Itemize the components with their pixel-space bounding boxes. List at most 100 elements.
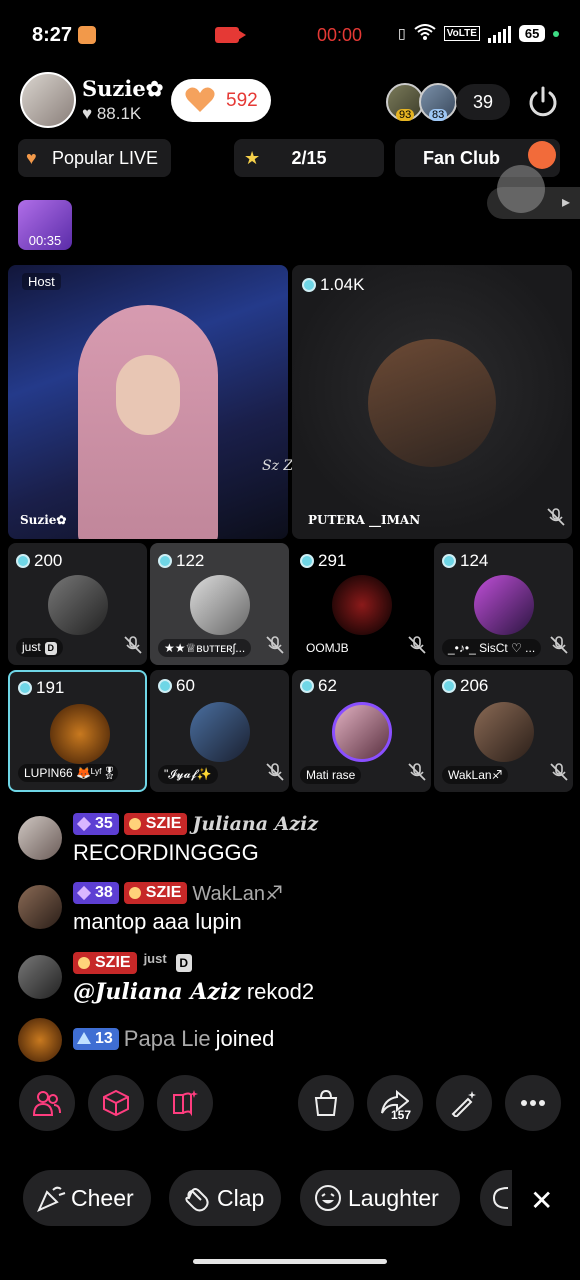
clap-button[interactable]: Clap [169,1170,281,1226]
guest-count-badge: 62 [300,676,337,696]
chat-text: mantop aaa lupin [73,909,242,934]
chat-username[interactable]: WakLan♐ [192,881,283,906]
notification-icon [78,26,96,44]
magic-button[interactable] [436,1075,492,1131]
chat-text: @Juliana Aziz rekod2 [73,979,314,1005]
people-icon [33,1091,61,1116]
join-text: joined [215,1026,275,1051]
guest-count: 122 [176,551,205,570]
guest-tile[interactable]: 62 Mati rase [292,670,431,792]
fan-club-mascot-icon [528,141,556,169]
guest-count: 191 [36,678,65,697]
vibrate-icon: ▯ [398,25,406,41]
guests-button[interactable] [19,1075,75,1131]
chat-username[interactable]: just [144,951,167,966]
guest-video-tile[interactable]: 1.04K PUTERA __IMAN [292,265,572,539]
signal-icon [487,25,511,43]
fan-club-label: Fan Club [423,148,500,168]
guest-tile-speaking[interactable]: 191 LUPIN66 🦊ᴸʸᶠ🎖 [8,670,147,792]
more-reactions-button[interactable] [480,1170,512,1226]
chat-avatar[interactable] [18,1018,62,1062]
cube-icon [103,1089,129,1117]
host-video-tile[interactable]: Host Suzie✿ [8,265,288,539]
chat-mention[interactable]: @Juliana Aziz [73,979,241,1005]
chat-avatar[interactable] [18,816,62,860]
cheer-button[interactable]: Cheer [23,1170,151,1226]
more-dots-icon [521,1100,545,1106]
book-sparkle-icon [173,1090,198,1117]
magic-wand-icon [451,1091,476,1117]
guest-name: Mati rase [300,766,362,784]
mic-off-icon [407,635,427,655]
chat-avatar[interactable] [18,885,62,929]
chat-badges: SZIE just D [73,951,192,975]
guest-name: LUPIN66 🦊ᴸʸᶠ🎖 [18,764,118,782]
fan-badge: SZIE [123,813,188,835]
guest-tile[interactable]: 200 just D [8,543,147,665]
chat-avatar[interactable] [18,955,62,999]
guest-tile[interactable]: 122 ★★♕ʙᴜᴛᴛᴇʀʃ... [150,543,289,665]
cheer-label: Cheer [71,1185,134,1211]
chat-message[interactable]: 38 SZIE WakLan♐ mantop aaa lupin [18,881,558,937]
guest-count-badge: 191 [18,678,64,698]
chat-text: RECORDINGGGG [73,840,259,865]
chat-message[interactable]: 35 SZIE Juliana Aziz RECORDINGGGG [18,812,558,868]
clap-hands-icon [185,1188,209,1212]
level-badge: 35 [73,813,119,835]
like-button[interactable]: 592 [171,79,271,122]
reaction-icon [492,1187,508,1209]
shop-button[interactable] [298,1075,354,1131]
coin-icon [300,679,314,693]
heart-icon [185,87,215,120]
guest-name: OOMJB [300,639,355,657]
floating-bubble[interactable] [497,165,545,213]
volte-badge: VoLTE [443,26,480,41]
guest-avatar [190,702,250,762]
guest-tile[interactable]: 206 WakLan♐ [434,670,573,792]
guest-avatar [48,575,108,635]
broken-heart-icon: ♥ [26,148,37,168]
guest-name: WakLan♐ [442,766,509,784]
top-viewer-avatar[interactable]: 83 [419,83,457,121]
share-button[interactable] [367,1075,423,1131]
chat-badges: 35 SZIE Juliana Aziz [73,812,318,836]
rank-label: 2/15 [291,148,327,168]
popular-live-button[interactable]: ♥ Popular LIVE [18,139,171,177]
chat-username[interactable]: Juliana Aziz [192,813,318,835]
chat-username[interactable]: Papa Lie [124,1026,211,1052]
d-badge: D [175,954,192,972]
guest-name: ★★♕ʙᴜᴛᴛᴇʀʃ... [158,639,252,657]
gallery-button[interactable] [157,1075,213,1131]
chat-message[interactable]: SZIE just D @Juliana Aziz rekod2 [18,951,558,1007]
gift-timer: 00:35 [28,233,62,248]
more-button[interactable] [505,1075,561,1131]
guest-avatar [474,702,534,762]
fan-badge: SZIE [123,882,188,904]
guest-count-badge: 291 [300,551,346,571]
home-indicator[interactable] [193,1259,387,1264]
coin-icon [18,681,32,695]
laughter-label: Laughter [348,1185,439,1211]
treasure-box-icon[interactable]: 00:35 [18,200,72,250]
guest-tile[interactable]: 124 _•♪•_ SisCt ♡ ... [434,543,573,665]
viewer-count[interactable]: 39 [456,84,510,120]
wifi-icon [414,24,436,43]
party-popper-icon [37,1186,66,1212]
guest-name-text: just [22,640,41,654]
status-time: 8:27 [32,24,73,46]
privacy-dot-icon [553,30,560,37]
power-icon[interactable] [525,84,561,120]
effects-button[interactable] [88,1075,144,1131]
mic-off-icon [549,635,569,655]
guest-tile[interactable]: 60 "𝓘𝔂𝓪𝓯✨ [150,670,289,792]
join-message: 13 Papa Lie joined [18,1018,558,1062]
host-avatar[interactable] [20,72,76,128]
coin-icon [302,278,316,292]
battery-level: 65 [518,25,546,42]
close-reactions-icon[interactable]: ✕ [530,1184,553,1217]
laughing-face-icon [315,1185,341,1211]
guest-tile[interactable]: 291 OOMJB [292,543,431,665]
clap-label: Clap [217,1185,265,1211]
laughter-button[interactable]: Laughter [300,1170,460,1226]
rank-button[interactable]: ★ 2/15 [234,139,384,177]
